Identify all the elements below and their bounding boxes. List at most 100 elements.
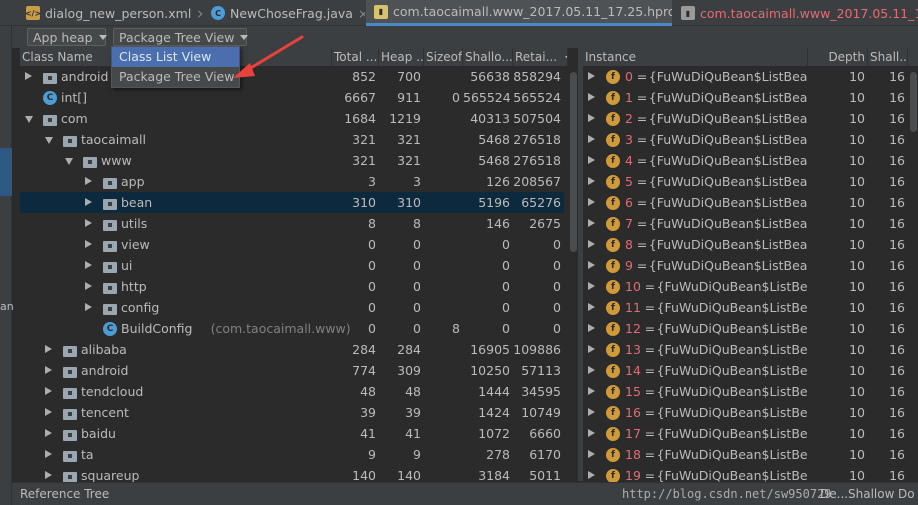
instance-row[interactable]: f 15={FuWuDiQuBean$ListBean$ 10 16	[583, 381, 908, 402]
instance-row[interactable]: f 0 = {FuWuDiQuBean$ListBean$ 10 16	[583, 66, 908, 87]
tree-row-bean[interactable]: bean 310 310 5196 65276	[20, 192, 564, 213]
expand-arrow-icon[interactable]	[588, 282, 595, 290]
instance-row[interactable]: f 2 = {FuWuDiQuBean$ListBean$ 10 16	[583, 108, 908, 129]
expand-arrow-icon[interactable]	[588, 450, 595, 458]
expand-arrow-icon[interactable]	[588, 72, 595, 80]
expand-arrow-icon[interactable]	[45, 366, 52, 374]
instance-row[interactable]: f16={FuWuDiQuBean$ListBean$1016	[583, 402, 908, 423]
close-icon[interactable]: ×	[358, 6, 365, 21]
tree-row-tendcloud[interactable]: tendcloud 48 48 1444 34595	[20, 381, 564, 402]
column-ref-shallow[interactable]: Shallow	[848, 487, 894, 501]
tab-hprof-1725[interactable]: ▮ com.taocaimall.www_2017.05.11_17.25.hp…	[366, 0, 672, 26]
instance-row[interactable]: f 5 = {FuWuDiQuBean$ListBean$ 10 16	[583, 171, 908, 192]
collapse-arrow-icon[interactable]	[25, 116, 33, 123]
collapse-arrow-icon[interactable]	[65, 158, 73, 165]
column-ref-depth[interactable]: De...	[820, 487, 848, 501]
tree-row-www[interactable]: www 321 321 5468 276518	[20, 150, 564, 171]
tree-row-buildconfig[interactable]: C BuildConfig (com.taocaimall.www) 0 0 8 0 0	[20, 318, 564, 339]
instance-row[interactable]: f 14={FuWuDiQuBean$ListBean$ 10 16	[583, 360, 908, 381]
instance-row[interactable]: f 13={FuWuDiQuBean$ListBean$ 10 16	[583, 339, 908, 360]
expand-arrow-icon[interactable]	[588, 345, 595, 353]
expand-arrow-icon[interactable]	[45, 387, 52, 395]
tree-row-app[interactable]: app 3 3 126 208567	[20, 171, 564, 192]
expand-arrow-icon[interactable]	[588, 114, 595, 122]
expand-arrow-icon[interactable]	[588, 324, 595, 332]
instance-table-scroll-thumb[interactable]	[910, 72, 917, 132]
expand-arrow-icon[interactable]	[85, 219, 92, 227]
view-selector[interactable]: Package Tree View	[113, 28, 249, 46]
tree-row-http[interactable]: http 0 0 0 0	[20, 276, 564, 297]
collapse-arrow-icon[interactable]	[45, 137, 53, 144]
tree-row-taocaimall[interactable]: taocaimall 321 321 5468 276518	[20, 129, 564, 150]
column-ref-dominating[interactable]: Do	[898, 487, 915, 501]
tree-row-ui[interactable]: ui 0 0 0 0	[20, 255, 564, 276]
expand-arrow-icon[interactable]	[588, 387, 595, 395]
close-icon[interactable]: ×	[196, 6, 202, 21]
tool-strip-selected[interactable]	[0, 148, 12, 196]
tree-row-tencent[interactable]: tencent 39 39 1424 10749	[20, 402, 564, 423]
expand-arrow-icon[interactable]	[45, 345, 52, 353]
tree-row-utils[interactable]: utils 8 8 146 2675	[20, 213, 564, 234]
expand-arrow-icon[interactable]	[588, 156, 595, 164]
instance-row[interactable]: f 12={FuWuDiQuBean$ListBean$ 10 16	[583, 318, 908, 339]
instance-row[interactable]: f 7 = {FuWuDiQuBean$ListBean$ 10 16	[583, 213, 908, 234]
tree-row-android[interactable]: android 774 309 10250 57113	[20, 360, 564, 381]
expand-arrow-icon[interactable]	[45, 408, 52, 416]
tree-row-ta[interactable]: ta 9 9 278 6170	[20, 444, 564, 465]
expand-arrow-icon[interactable]	[588, 198, 595, 206]
instance-row[interactable]: f 3 = {FuWuDiQuBean$ListBean$ 10 16	[583, 129, 908, 150]
instance-row[interactable]: f 9 = {FuWuDiQuBean$ListBean$ 10 16	[583, 255, 908, 276]
tree-row-alibaba[interactable]: alibaba 284 284 16905 109886	[20, 339, 564, 360]
expand-arrow-icon[interactable]	[588, 93, 595, 101]
tree-row-view[interactable]: view 0 0 0 0	[20, 234, 564, 255]
expand-arrow-icon[interactable]	[588, 366, 595, 374]
tab-dialog-new-person[interactable]: </> dialog_new_person.xml ×	[18, 0, 202, 26]
tab-hprof-1730[interactable]: ▮ com.taocaimall.www_2017.05.11_17.30	[673, 0, 918, 26]
instance-row[interactable]: f 1 = {FuWuDiQuBean$ListBean$ 10 16	[583, 87, 908, 108]
instance-row[interactable]: f 4 = {FuWuDiQuBean$ListBean$ 10 16	[583, 150, 908, 171]
instance-row[interactable]: f 8 = {FuWuDiQuBean$ListBean$ 10 16	[583, 234, 908, 255]
expand-arrow-icon[interactable]	[85, 282, 92, 290]
instance-row[interactable]: f 17={FuWuDiQuBean$ListBean$ 10 16	[583, 423, 908, 444]
expand-arrow-icon[interactable]	[85, 240, 92, 248]
expand-arrow-icon[interactable]	[588, 303, 595, 311]
tab-newchosefrag[interactable]: C NewChoseFrag.java ×	[203, 0, 365, 26]
column-instance[interactable]: Instance	[583, 48, 808, 66]
expand-arrow-icon[interactable]	[85, 198, 92, 206]
tree-row-int-[interactable]: Cint[] 6667 911 0 565524 565524	[20, 87, 564, 108]
column-depth[interactable]: Depth	[808, 48, 868, 66]
instance-row[interactable]: f 6 = {FuWuDiQuBean$ListBean$ 10 16	[583, 192, 908, 213]
expand-arrow-icon[interactable]	[85, 261, 92, 269]
expand-arrow-icon[interactable]	[25, 72, 32, 80]
tree-row-com[interactable]: com 1684 1219 40313 507504	[20, 108, 564, 129]
expand-arrow-icon[interactable]	[588, 177, 595, 185]
column-shallow[interactable]: Shall...	[868, 48, 908, 66]
class-table-scroll-thumb[interactable]	[570, 72, 577, 252]
expand-arrow-icon[interactable]	[85, 177, 92, 185]
expand-arrow-icon[interactable]	[45, 429, 52, 437]
instance-row[interactable]: f 11={FuWuDiQuBean$ListBean$ 10 16	[583, 297, 908, 318]
heap-selector[interactable]: App heap	[27, 28, 107, 46]
column-shallow[interactable]: Shallo...	[463, 48, 513, 66]
expand-arrow-icon[interactable]	[588, 471, 595, 479]
expand-arrow-icon[interactable]	[45, 450, 52, 458]
column-heap[interactable]: Heap ...	[379, 48, 424, 66]
instance-row[interactable]: f10={FuWuDiQuBean$ListBean$1016	[583, 276, 908, 297]
expand-arrow-icon[interactable]	[588, 408, 595, 416]
column-total[interactable]: Total ...	[332, 48, 379, 66]
instance-row[interactable]: f 18={FuWuDiQuBean$ListBean$ 10 16	[583, 444, 908, 465]
column-retained[interactable]: Retai...	[513, 48, 568, 66]
package-icon	[63, 451, 77, 462]
menu-item-class-list-view[interactable]: Class List View	[112, 47, 239, 67]
expand-arrow-icon[interactable]	[588, 240, 595, 248]
column-sizeof[interactable]: Sizeof	[424, 48, 463, 66]
menu-item-package-tree-view[interactable]: Package Tree View	[112, 67, 239, 87]
expand-arrow-icon[interactable]	[588, 261, 595, 269]
expand-arrow-icon[interactable]	[588, 429, 595, 437]
expand-arrow-icon[interactable]	[85, 303, 92, 311]
expand-arrow-icon[interactable]	[588, 219, 595, 227]
expand-arrow-icon[interactable]	[45, 471, 52, 479]
tree-row-baidu[interactable]: baidu 41 41 1072 6660	[20, 423, 564, 444]
tree-row-config[interactable]: config 0 0 0 0	[20, 297, 564, 318]
expand-arrow-icon[interactable]	[588, 135, 595, 143]
